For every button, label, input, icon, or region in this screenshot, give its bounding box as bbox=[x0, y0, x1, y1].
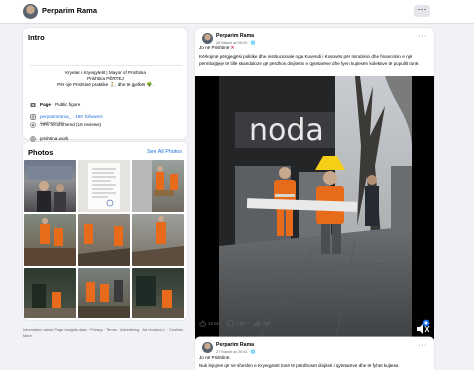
bio-line-3: Për një Prishtinë praktike 🚶, dhe të gje… bbox=[57, 82, 154, 88]
globe-icon[interactable] bbox=[422, 319, 430, 328]
more-options-button[interactable]: ··· bbox=[414, 5, 430, 17]
red-x-icon: ✕ bbox=[230, 45, 235, 50]
photo-thumbnail[interactable] bbox=[132, 214, 184, 266]
post-date[interactable]: 27 March at 20:41 · 🌐 bbox=[216, 349, 256, 354]
post-author[interactable]: Perparim Rama bbox=[216, 342, 254, 348]
instagram-followers[interactable]: 19K followers bbox=[75, 114, 103, 119]
instagram-icon bbox=[30, 114, 36, 120]
post-body: Kërkojmë përgjegjësi politike dhe instit… bbox=[199, 54, 420, 66]
post-headline: Jo në Prishtinë. bbox=[199, 355, 231, 360]
shares-count[interactable]: 226 bbox=[263, 321, 270, 326]
post-headline: Jo në Prishtinë ✕ bbox=[199, 45, 427, 52]
likes-count[interactable]: 19.5K bbox=[208, 321, 219, 326]
profile-avatar[interactable] bbox=[23, 4, 38, 19]
see-all-photos-link[interactable]: See All Photos bbox=[147, 149, 182, 155]
post-author-avatar[interactable] bbox=[202, 33, 213, 44]
more-icon: ··· bbox=[417, 4, 427, 14]
category-value: Public figure bbox=[55, 102, 81, 107]
page-footer: Information about Page Insights data · P… bbox=[23, 327, 186, 338]
post-author[interactable]: Perparim Rama bbox=[216, 33, 254, 39]
recommend-row: 78% recommend (18 reviews) bbox=[30, 122, 101, 128]
photo-thumbnail[interactable] bbox=[24, 214, 76, 266]
photo-thumbnail[interactable] bbox=[132, 268, 184, 318]
top-bar: Perparim Rama ··· bbox=[0, 0, 474, 24]
recommend-text: 78% recommend (18 reviews) bbox=[40, 122, 102, 127]
post-headline-text: Jo në Prishtinë bbox=[199, 45, 230, 50]
photo-thumbnail[interactable] bbox=[132, 160, 184, 212]
storefront-sign: noda bbox=[249, 113, 324, 148]
post-card: Perparim Rama 28 March at 09:20 · 🌐 ··· … bbox=[195, 28, 434, 345]
photo-thumbnail[interactable] bbox=[24, 268, 76, 318]
post-author-avatar[interactable] bbox=[202, 342, 213, 353]
intro-bio: Kryetar i Kryeqytetit | Mayor of Prishti… bbox=[28, 70, 183, 89]
photo-thumbnail[interactable] bbox=[24, 160, 76, 212]
photos-card: Photos See All Photos bbox=[23, 142, 187, 320]
photos-title: Photos bbox=[28, 148, 54, 157]
post-more-icon[interactable]: ··· bbox=[419, 342, 428, 349]
category-row: Page · Public figure bbox=[30, 102, 80, 108]
post-more-icon[interactable]: ··· bbox=[419, 33, 428, 40]
intro-divider bbox=[30, 65, 182, 66]
post-body: Nuk lejojmë që në sheshin e Kryeqytetit … bbox=[199, 363, 399, 368]
instagram-handle-link[interactable]: perparimrama_ bbox=[40, 114, 71, 119]
category-label: Page bbox=[40, 102, 51, 107]
like-icon[interactable] bbox=[199, 320, 206, 328]
comments-count[interactable]: 1.5K bbox=[236, 321, 245, 326]
page-icon bbox=[30, 102, 36, 108]
share-icon[interactable] bbox=[254, 320, 261, 328]
comment-icon[interactable] bbox=[227, 320, 234, 328]
star-icon bbox=[30, 122, 36, 128]
profile-name[interactable]: Perparim Rama bbox=[42, 6, 97, 15]
photo-thumbnail[interactable] bbox=[78, 214, 130, 266]
intro-title: Intro bbox=[28, 33, 45, 42]
post-video[interactable]: noda bbox=[195, 76, 434, 345]
reactions-bar: 19.5K 1.5K 226 bbox=[195, 317, 434, 331]
post-card-2: Perparim Rama 27 March at 20:41 · 🌐 ··· … bbox=[195, 337, 434, 370]
photo-thumbnail[interactable] bbox=[78, 160, 130, 212]
photo-thumbnail[interactable] bbox=[78, 268, 130, 318]
